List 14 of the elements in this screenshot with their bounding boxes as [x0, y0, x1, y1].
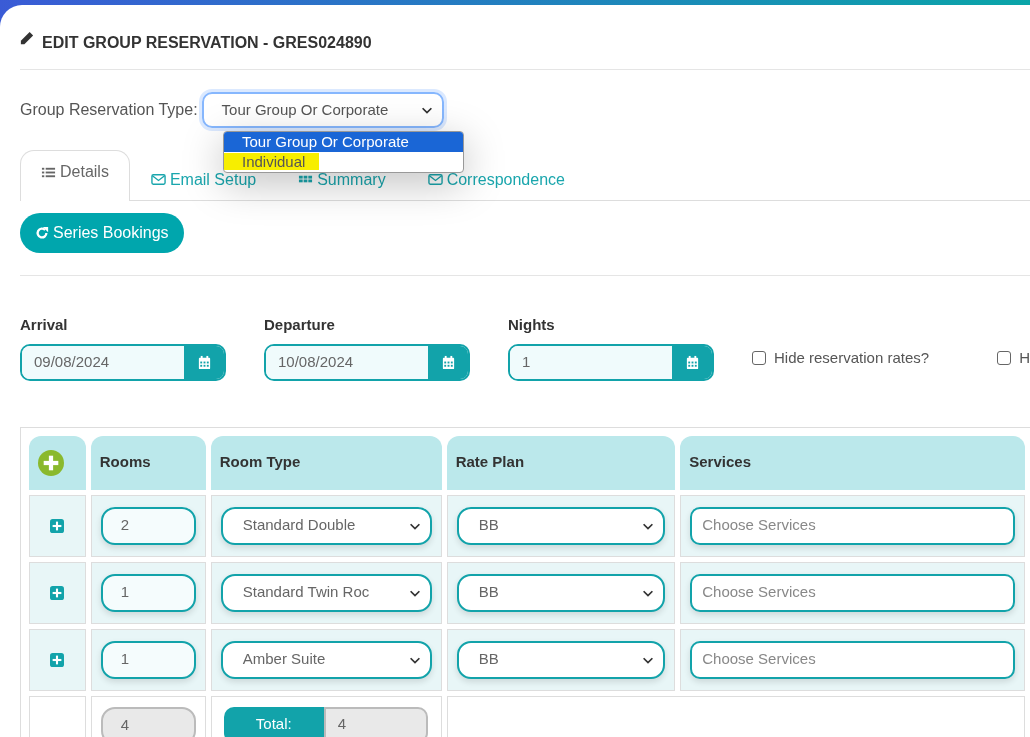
column-header: Room Type: [210, 435, 442, 490]
total-field: 4: [323, 706, 428, 737]
column-header: Rate Plan: [446, 435, 676, 490]
column-header: Rooms: [90, 435, 206, 490]
total-label: Total:: [223, 706, 324, 737]
checkbox-label: H: [1019, 348, 1030, 368]
page-title: EDIT GROUP RESERVATION - GRES024890: [42, 33, 372, 53]
field-label: Nights: [508, 315, 556, 335]
field-label: Departure: [264, 315, 336, 335]
field-label: Group Reservation Type:: [20, 100, 198, 120]
column-header: Services: [680, 435, 1025, 490]
field-label: Arrival: [20, 315, 69, 335]
checkbox-label: Hide reservation rates?: [774, 348, 930, 368]
rooms-total-field: 4: [100, 706, 196, 737]
